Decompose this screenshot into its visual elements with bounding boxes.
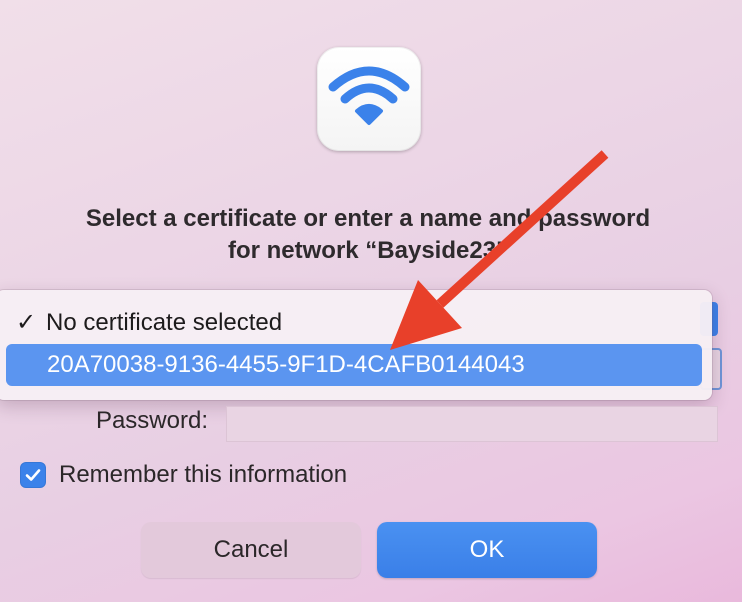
checkmark-icon [25,469,41,481]
menu-item-certificate[interactable]: 20A70038-9136-4455-9F1D-4CAFB0144043 [6,344,702,386]
remember-checkbox-row[interactable]: Remember this information [20,459,347,491]
dialog-prompt: Select a certificate or enter a name and… [0,203,736,267]
prompt-line-2: for network “Bayside23” [227,237,509,264]
remember-checkbox[interactable] [20,462,46,488]
remember-label: Remember this information [59,461,348,488]
menu-item-label: No certificate selected [46,309,283,336]
password-label: Password: [95,407,208,434]
ok-button[interactable]: OK [377,522,597,578]
certificate-menu: ✓ No certificate selected 20A70038-9136-4… [0,290,712,400]
password-input[interactable] [226,406,718,442]
wifi-icon [317,47,421,151]
wifi-auth-dialog: Select a certificate or enter a name and… [0,0,742,602]
menu-item-no-certificate[interactable]: ✓ No certificate selected [6,302,702,344]
wifi-glyph [328,66,410,125]
prompt-line-1: Select a certificate or enter a name and… [85,205,651,232]
checkmark-icon: ✓ [16,309,37,336]
menu-item-label: 20A70038-9136-4455-9F1D-4CAFB0144043 [47,351,525,378]
cancel-button[interactable]: Cancel [141,522,361,578]
